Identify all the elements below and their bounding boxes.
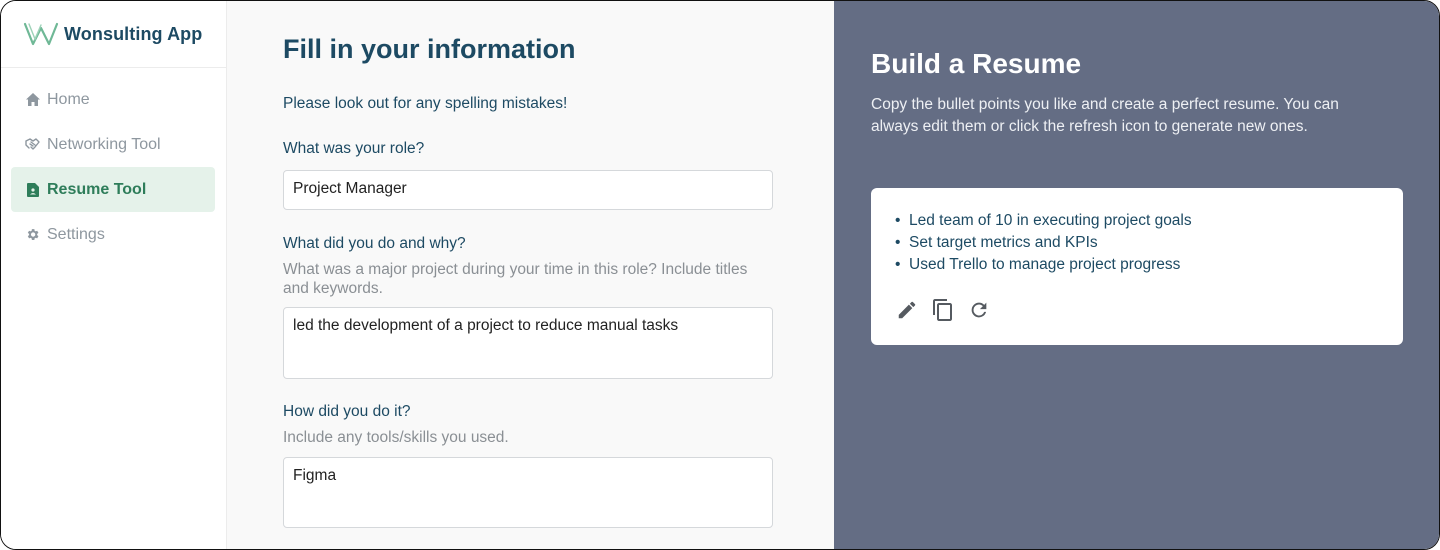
bullet-point[interactable]: • Set target metrics and KPIs [895, 232, 1192, 254]
sidebar: Wonsulting App Home Networking Tool Resu… [1, 1, 227, 549]
role-label: What was your role? [283, 140, 425, 157]
sidebar-nav: Home Networking Tool Resume Tool Setting… [1, 68, 226, 257]
how-label: How did you do it? [283, 403, 411, 420]
how-help-text: Include any tools/skills you used. [283, 429, 509, 446]
handshake-icon [25, 137, 40, 152]
resume-builder-panel: Build a Resume Copy the bullet points yo… [834, 1, 1439, 549]
page-title: Fill in your information [283, 34, 576, 64]
sidebar-item-label: Resume Tool [47, 180, 147, 198]
gear-icon [25, 227, 40, 242]
home-icon [25, 92, 40, 107]
sidebar-item-resume-tool[interactable]: Resume Tool [11, 167, 215, 212]
form-area: Fill in your information Please look out… [227, 1, 834, 549]
how-textarea[interactable]: Figma [283, 457, 773, 528]
document-icon [25, 182, 40, 197]
pencil-icon[interactable] [895, 297, 919, 323]
panel-description: Copy the bullet points you like and crea… [871, 96, 1339, 135]
sidebar-item-label: Home [47, 90, 90, 108]
brand[interactable]: Wonsulting App [1, 1, 226, 68]
refresh-icon[interactable] [967, 297, 991, 323]
sidebar-item-label: Networking Tool [47, 135, 161, 153]
bullet-points-card: • Led team of 10 in executing project goa… [871, 188, 1403, 345]
bullet-text: Used Trello to manage project progress [909, 256, 1181, 273]
bullet-text: Set target metrics and KPIs [909, 234, 1098, 251]
what-help-text: What was a major project during your tim… [283, 261, 748, 297]
bullet-point[interactable]: • Led team of 10 in executing project goa… [895, 210, 1192, 232]
sidebar-item-label: Settings [47, 225, 105, 243]
sidebar-item-home[interactable]: Home [11, 77, 215, 122]
bullet-point[interactable]: • Used Trello to manage project progress [895, 254, 1192, 276]
wonsulting-logo-icon [23, 22, 59, 46]
card-actions [895, 297, 991, 323]
bullet-text: Led team of 10 in executing project goal… [909, 212, 1192, 229]
sidebar-item-networking-tool[interactable]: Networking Tool [11, 122, 215, 167]
sidebar-item-settings[interactable]: Settings [11, 212, 215, 257]
app-name: Wonsulting App [64, 23, 203, 44]
copy-icon[interactable] [931, 297, 955, 323]
role-input[interactable]: Project Manager [283, 170, 773, 210]
bullet-list: • Led team of 10 in executing project goa… [895, 210, 1192, 276]
what-textarea[interactable]: led the development of a project to redu… [283, 307, 773, 379]
spelling-notice: Please look out for any spelling mistake… [283, 95, 568, 112]
panel-title: Build a Resume [871, 48, 1082, 79]
app-window: Wonsulting App Home Networking Tool Resu… [0, 0, 1440, 550]
what-label: What did you do and why? [283, 235, 466, 252]
